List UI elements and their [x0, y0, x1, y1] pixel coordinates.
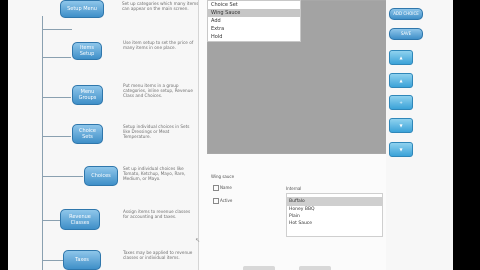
up-arrow-icon[interactable]: ▲	[389, 73, 413, 88]
section-label: Wing sauce	[211, 174, 235, 179]
down-arrow-icon[interactable]: ▼	[389, 118, 413, 133]
active-checkbox[interactable]	[213, 198, 219, 204]
choice-list-item[interactable]: Hot Sauce	[287, 220, 382, 227]
list-item-selected[interactable]: Wing Sauce	[208, 9, 300, 17]
tree-connector	[42, 29, 72, 30]
setup-menu-description: Set up categories which many items can a…	[122, 1, 199, 12]
bottom-button[interactable]	[243, 266, 275, 270]
tree-connector	[42, 176, 83, 177]
tree-connector	[42, 16, 43, 270]
tree-connector	[42, 136, 71, 137]
name-label: Name	[220, 185, 232, 190]
setup-window: Setup Menu Set up categories which many …	[8, 0, 453, 270]
list-item[interactable]: Hold	[208, 33, 300, 41]
action-sidebar: ADD CHOICE SAVE ▲ ▲ + ▼ ▼	[386, 0, 453, 270]
items-setup-button[interactable]: Items Setup	[72, 42, 102, 60]
save-button[interactable]: SAVE	[389, 28, 423, 40]
choice-set-list: Choice Set Wing Sauce Add Extra Hold	[207, 0, 301, 42]
up-arrow-icon[interactable]: ▲	[389, 50, 413, 65]
tree-connector	[42, 220, 60, 221]
setup-navigation: Setup Menu Set up categories which many …	[8, 0, 200, 270]
tree-connector	[42, 57, 71, 58]
choice-set-editor: Choice Set Wing Sauce Add Extra Hold Win…	[195, 0, 387, 270]
mouse-cursor-icon: ↖	[195, 237, 201, 244]
items-setup-description: Use item setup to set the price of many …	[123, 40, 194, 51]
setup-menu-button[interactable]: Setup Menu	[60, 0, 104, 18]
choice-list-item[interactable]: Honey BBQ	[287, 206, 382, 213]
down-arrow-icon[interactable]: ▼	[389, 142, 413, 157]
choice-sets-description: Setup individual choices in Sets like Dr…	[123, 124, 190, 140]
revenue-classes-button[interactable]: Revenue Classes	[60, 209, 100, 230]
choices-description: Set up individual choices like Tomato, K…	[123, 166, 186, 182]
tree-connector	[42, 97, 71, 98]
choice-sets-button[interactable]: Choice Sets	[72, 124, 103, 144]
choices-button[interactable]: Choices	[84, 166, 118, 186]
choice-list-item-selected[interactable]: Buffalo	[287, 198, 382, 206]
list-item[interactable]: Add	[208, 17, 300, 25]
name-checkbox[interactable]	[213, 185, 219, 191]
menu-groups-button[interactable]: Menu Groups	[72, 85, 103, 105]
list-item[interactable]: Extra	[208, 25, 300, 33]
choice-list-item[interactable]: Plain	[287, 213, 382, 220]
choice-list: Buffalo Honey BBQ Plain Hot Sauce	[286, 197, 383, 237]
add-choice-button[interactable]: ADD CHOICE	[389, 8, 423, 20]
add-icon[interactable]: +	[389, 95, 413, 110]
revenue-classes-description: Assign items to revenue classes for acco…	[123, 209, 191, 220]
internal-label: Internal	[286, 186, 302, 191]
active-label: Active	[220, 198, 233, 203]
taxes-description: Taxes may be applied to revenue classes …	[123, 250, 193, 261]
menu-groups-description: Put menu items in a group categories, in…	[123, 83, 193, 99]
list-item[interactable]: Choice Set	[208, 1, 300, 9]
taxes-button[interactable]: Taxes	[63, 250, 101, 270]
bottom-button[interactable]	[299, 266, 331, 270]
